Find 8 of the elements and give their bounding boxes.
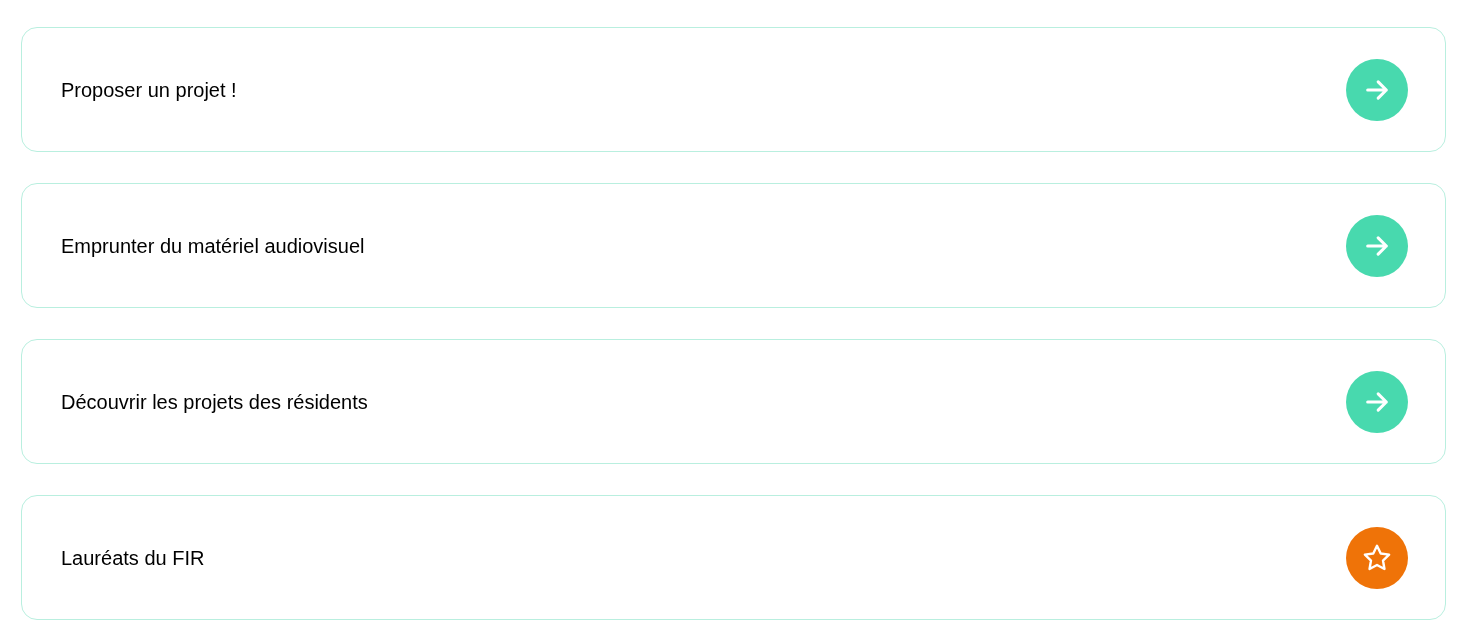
link-card-label: Découvrir les projets des résidents	[61, 389, 368, 415]
link-card-label: Proposer un projet !	[61, 77, 237, 103]
link-card-label: Emprunter du matériel audiovisuel	[61, 233, 365, 259]
link-card-label: Lauréats du FIR	[61, 545, 205, 571]
link-card[interactable]: Lauréats du FIR	[21, 495, 1446, 620]
link-card[interactable]: Découvrir les projets des résidents	[21, 339, 1446, 464]
link-card[interactable]: Emprunter du matériel audiovisuel	[21, 183, 1446, 308]
link-card[interactable]: Proposer un projet !	[21, 27, 1446, 152]
